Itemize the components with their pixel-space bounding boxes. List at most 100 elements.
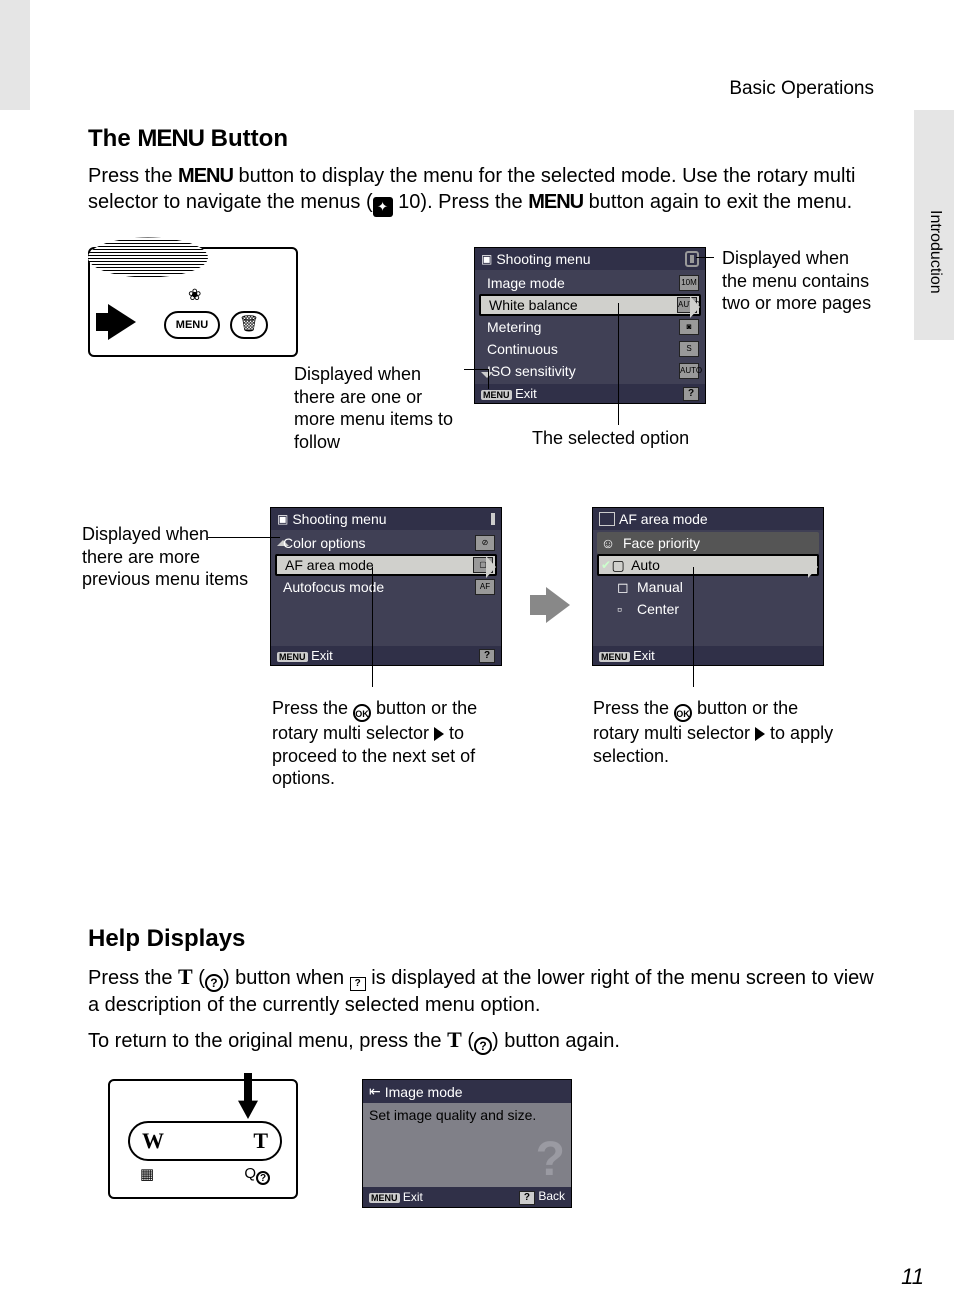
menu-item-selected: AF area mode▢ — [275, 554, 497, 576]
lbl: White balance — [483, 297, 677, 313]
panel1-body: Image mode10M White balance AUTO Metering… — [475, 270, 705, 384]
instr-proceed: Press the OK button or the rotary multi … — [272, 697, 522, 790]
lbl: Center — [631, 601, 817, 617]
lbl: Manual — [631, 579, 817, 595]
large-question-icon: ? — [536, 1132, 565, 1187]
section-header: Basic Operations — [729, 78, 874, 100]
callout-line — [696, 257, 714, 258]
para-help-2: To return to the original menu, press th… — [88, 1026, 878, 1055]
panel-shooting-menu-2: ▣ Shooting menu Color options⊘ AF area m… — [270, 507, 502, 666]
check-icon: ✔ — [601, 558, 611, 572]
menu-item: ▫Center — [597, 598, 819, 620]
t: To return to the original menu, press th… — [88, 1030, 447, 1052]
menu-button: MENU — [164, 311, 220, 339]
badge: AF — [475, 579, 495, 595]
help-circle-icon: ? — [205, 974, 223, 992]
exit-label: Exit — [633, 648, 655, 663]
zoom-illustration: W T ▦ Q? — [108, 1079, 298, 1199]
callout-line — [464, 369, 488, 370]
camera-icon: ▣ — [481, 252, 492, 266]
menu-item: ContinuousS — [479, 338, 701, 360]
t: ) button when — [223, 967, 350, 989]
para-help-1: Press the T (?) button when ? is display… — [88, 963, 878, 1018]
exit-label: Exit — [515, 386, 537, 401]
menu-item: Image mode10M — [479, 272, 701, 294]
panel-help-description: ⇤ Image mode Set image quality and size.… — [362, 1079, 572, 1208]
zoom-t: T — [253, 1128, 268, 1154]
h-pre: The — [88, 125, 137, 152]
panel-shooting-menu-1: ▣ Shooting menu Image mode10M White bala… — [474, 247, 706, 404]
down-arrow-icon — [238, 1073, 258, 1119]
exit-label: Exit — [403, 1190, 423, 1204]
page-margin-left — [0, 0, 30, 110]
help-icon: ? — [683, 387, 699, 401]
macro-icon: ❀ — [188, 285, 201, 305]
t: Press the — [593, 698, 674, 718]
down-arrow-icon — [481, 372, 493, 378]
arrow-icon — [108, 304, 136, 340]
lbl: Face priority — [617, 535, 817, 551]
badge: ⊘ — [475, 535, 495, 551]
heading-help-displays: Help Displays — [88, 925, 878, 953]
camera-illustration: ❀ MENU 🗑 — [88, 247, 298, 357]
menu-item: ISO sensitivityAUTO — [479, 360, 701, 382]
auto-area-icon: ▢ — [611, 557, 625, 574]
right-icon — [755, 727, 765, 741]
panel1-header: ▣ Shooting menu — [475, 248, 705, 270]
panel2-header: ▣ Shooting menu — [271, 508, 501, 530]
page-number: 11 — [901, 1264, 924, 1290]
callout-pages: Displayed when the menu contains two or … — [722, 247, 878, 315]
help-panel-text: Set image quality and size. — [369, 1107, 536, 1123]
menu-chip-icon: MENU — [369, 1193, 400, 1203]
callout-selected: The selected option — [532, 427, 742, 450]
lbl: Color options — [277, 535, 475, 551]
h-post: Button — [204, 125, 288, 152]
af-header-icon — [599, 512, 615, 526]
lbl: Auto — [625, 557, 815, 573]
thumbnail-icon: ▦ — [140, 1165, 154, 1185]
panel1-footer: MENU Exit ? — [475, 384, 705, 403]
proceed-arrow-icon — [546, 587, 570, 623]
t: Press the — [272, 698, 353, 718]
menu-chip-icon: MENU — [277, 652, 308, 662]
back-label: Back — [538, 1189, 565, 1203]
help-panel-header: ⇤ Image mode — [363, 1080, 571, 1103]
panel2-body: Color options⊘ AF area mode▢ Autofocus m… — [271, 530, 501, 646]
badge: S — [679, 341, 699, 357]
para-menu-button: Press the MENU button to display the men… — [88, 163, 878, 217]
lbl: Continuous — [481, 341, 679, 357]
panel3-title: AF area mode — [619, 511, 708, 527]
camera-icon: ▣ — [277, 512, 288, 526]
lbl: AF area mode — [279, 557, 473, 573]
help-panel-footer: MENU Exit ? Back — [363, 1187, 571, 1207]
badge: ◙ — [679, 319, 699, 335]
t-T2: T — [447, 1027, 462, 1052]
panel-af-area-mode: AF area mode ☺Face priority ✔▢Auto ◻Manu… — [592, 507, 824, 666]
badge: AUTO — [679, 363, 699, 379]
t: is displayed at the lower right of the m… — [88, 967, 874, 1016]
h-menu: MENU — [137, 125, 204, 152]
menu-item: Metering◙ — [479, 316, 701, 338]
manual-area-icon: ◻ — [617, 579, 631, 596]
lbl: Autofocus mode — [277, 579, 475, 595]
menu-item: ◻Manual — [597, 576, 819, 598]
zoom-rocker: W T — [128, 1121, 282, 1161]
callout-line — [372, 567, 373, 687]
panel3-body: ☺Face priority ✔▢Auto ◻Manual ▫Center — [593, 530, 823, 646]
p1-menu1: MENU — [178, 165, 233, 187]
panel2-title: Shooting menu — [292, 511, 386, 527]
figures-area: ❀ MENU 🗑 ▣ Shooting menu Image mode10M W… — [88, 247, 878, 867]
help-icon: ? — [479, 649, 495, 663]
menu-item-selected: ✔▢Auto — [597, 554, 819, 576]
ref-icon: ✦ — [373, 197, 393, 217]
zoom-help-icon: Q? — [244, 1165, 270, 1185]
panel1-title: Shooting menu — [496, 251, 590, 267]
section-menu-button: The MENU Button Press the MENU button to… — [88, 125, 878, 867]
ok-icon: OK — [674, 704, 692, 722]
right-icon — [434, 727, 444, 741]
p1d: button again to exit the menu. — [583, 191, 852, 213]
lbl: Image mode — [481, 275, 679, 291]
callout-previous: Displayed when there are more previous m… — [82, 523, 252, 591]
face-icon: ☺ — [599, 535, 617, 551]
menu-chip-icon: MENU — [481, 390, 512, 400]
